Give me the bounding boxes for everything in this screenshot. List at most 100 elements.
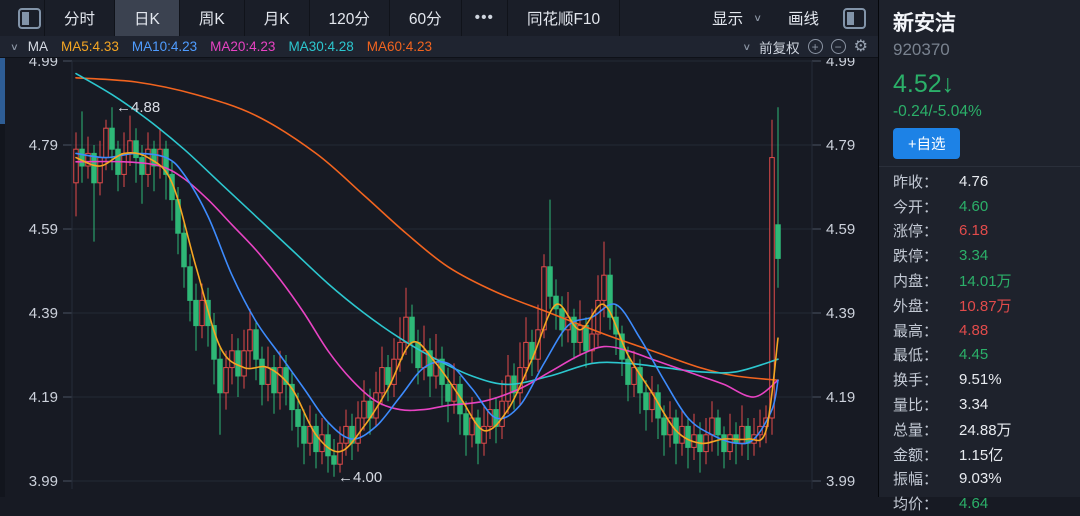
stat-label: 跌停： <box>893 245 959 266</box>
tab-日K[interactable]: 日K <box>114 0 179 36</box>
divider <box>879 166 1080 167</box>
candlestick-canvas[interactable]: 4.99 4.99 4.79 4.79 4.59 4.59 4.39 4.39 4.19 4.19… <box>0 58 878 497</box>
ma-line-MA5 <box>76 153 778 452</box>
stat-label: 量比： <box>893 394 959 415</box>
add-watchlist-button[interactable]: +自选 <box>893 128 960 159</box>
stat-row: 金额：1.15亿 <box>893 442 1074 467</box>
stat-row: 换手：9.51% <box>893 367 1074 392</box>
zoom-out-button[interactable]: − <box>831 39 846 54</box>
tab-周K[interactable]: 周K <box>179 0 244 36</box>
collapse-left-panel-button[interactable] <box>0 0 44 36</box>
tab-•••[interactable]: ••• <box>461 0 507 36</box>
stat-label: 换手： <box>893 369 959 390</box>
tab-分时[interactable]: 分时 <box>44 0 114 36</box>
y-tick-label: 4.99 <box>29 58 58 70</box>
stat-row: 跌停：3.34 <box>893 243 1074 268</box>
y-tick-label: 4.19 <box>29 389 58 406</box>
stat-row: 最高：4.88 <box>893 318 1074 343</box>
stat-value: 4.60 <box>959 198 988 215</box>
price-change: -0.24/-5.04% <box>893 103 982 121</box>
stat-value: 4.45 <box>959 346 988 363</box>
kline-chart[interactable]: 4.99 4.99 4.79 4.79 4.59 4.59 4.39 4.39 4.19 4.19… <box>0 58 878 497</box>
stat-label: 振幅： <box>893 468 959 489</box>
stat-row: 振幅：9.03% <box>893 467 1074 492</box>
ma-line-MA20 <box>76 161 778 410</box>
panel-toggle-icon <box>18 8 41 29</box>
quote-stats: 昨收：4.76今开：4.60涨停：6.18跌停：3.34内盘：14.01万外盘：… <box>893 169 1074 516</box>
stat-value: 3.34 <box>959 247 988 264</box>
settings-gear-icon[interactable]: ⚙ <box>854 39 868 55</box>
y-tick-label: 4.79 <box>826 137 855 154</box>
stat-row: 总量：24.88万 <box>893 417 1074 442</box>
stat-value: 4.64 <box>959 495 988 512</box>
stat-label: 金额： <box>893 444 959 465</box>
stat-value: 10.87万 <box>959 295 1012 316</box>
price-annotation: ←4.00 <box>338 469 382 486</box>
ma-indicator-bar: ∨ MA MA5:4.33 MA10:4.23 MA20:4.23 MA30:4.28… <box>0 36 878 58</box>
display-menu-button[interactable]: 显示 <box>712 7 743 29</box>
stat-label: 最高： <box>893 320 959 341</box>
stat-value: 14.01万 <box>959 270 1012 291</box>
stat-value: 9.51% <box>959 371 1002 388</box>
y-tick-label: 4.59 <box>826 221 855 238</box>
ma-value: MA30:4.28 <box>288 39 353 54</box>
ma-group-label[interactable]: MA <box>28 39 48 54</box>
collapse-right-panel-button[interactable] <box>843 8 866 29</box>
chart-controls: ∨ 前复权 + − ⚙ <box>742 37 878 57</box>
stock-code: 920370 <box>893 40 950 60</box>
y-tick-label: 4.59 <box>29 221 58 238</box>
candles <box>74 107 781 477</box>
stat-value: 4.76 <box>959 173 988 190</box>
draw-line-button[interactable]: 画线 <box>788 7 819 29</box>
y-tick-label: 4.39 <box>29 305 58 322</box>
tab-120分[interactable]: 120分 <box>309 0 389 36</box>
chevron-down-icon[interactable]: ∨ <box>753 12 762 23</box>
y-tick-label: 4.79 <box>29 137 58 154</box>
stat-row: 量比：3.34 <box>893 392 1074 417</box>
stat-value: 24.88万 <box>959 419 1012 440</box>
ma-value: MA60:4.23 <box>367 39 432 54</box>
stat-label: 昨收： <box>893 171 959 192</box>
stat-label: 内盘： <box>893 270 959 291</box>
tab-月K[interactable]: 月K <box>244 0 309 36</box>
stat-value: 3.34 <box>959 396 988 413</box>
y-tick-label: 4.99 <box>826 58 855 70</box>
period-tab-bar: 分时日K周K月K120分60分•••同花顺F10 显示 ∨ 画线 <box>0 0 878 37</box>
stat-label: 今开： <box>893 196 959 217</box>
quote-panel: 新安洁 920370 4.52↓ -0.24/-5.04% +自选 昨收：4.7… <box>878 0 1080 497</box>
stat-label: 总量： <box>893 419 959 440</box>
ma-value: MA10:4.23 <box>132 39 197 54</box>
stat-label: 均价： <box>893 493 959 514</box>
chevron-down-icon[interactable]: ∨ <box>742 41 751 52</box>
ma-values: ∨ MA MA5:4.33 MA10:4.23 MA20:4.23 MA30:4.28… <box>0 39 432 54</box>
ma-value: MA5:4.33 <box>61 39 119 54</box>
ma-line-MA10 <box>76 153 778 443</box>
stat-label: 外盘： <box>893 295 959 316</box>
tab-bar-right-controls: 显示 ∨ 画线 <box>712 0 878 36</box>
chevron-down-icon[interactable]: ∨ <box>10 41 19 52</box>
tab-60分[interactable]: 60分 <box>389 0 461 36</box>
ma-value: MA20:4.23 <box>210 39 275 54</box>
y-tick-label: 3.99 <box>826 473 855 490</box>
stat-row: 均价：4.64 <box>893 491 1074 516</box>
price-annotation: ←4.88 <box>116 99 160 116</box>
stat-value: 1.15亿 <box>959 444 1003 465</box>
stat-value: 6.18 <box>959 222 988 239</box>
tab-同花顺F10[interactable]: 同花顺F10 <box>507 0 619 36</box>
tab-bar-spacer <box>619 0 712 36</box>
stat-row: 外盘：10.87万 <box>893 293 1074 318</box>
current-price: 4.52↓ <box>893 70 954 99</box>
tab-strip: 分时日K周K月K120分60分•••同花顺F10 <box>44 0 619 36</box>
stat-row: 最低：4.45 <box>893 343 1074 368</box>
zoom-in-button[interactable]: + <box>808 39 823 54</box>
y-tick-label: 4.19 <box>826 389 855 406</box>
stat-row: 涨停：6.18 <box>893 219 1074 244</box>
stat-value: 9.03% <box>959 470 1002 487</box>
stat-row: 内盘：14.01万 <box>893 268 1074 293</box>
y-tick-label: 4.39 <box>826 305 855 322</box>
stat-row: 昨收：4.76 <box>893 169 1074 194</box>
stock-name: 新安洁 <box>893 7 956 37</box>
stat-row: 今开：4.60 <box>893 194 1074 219</box>
stat-label: 涨停： <box>893 220 959 241</box>
adjust-mode-selector[interactable]: 前复权 <box>759 37 800 57</box>
